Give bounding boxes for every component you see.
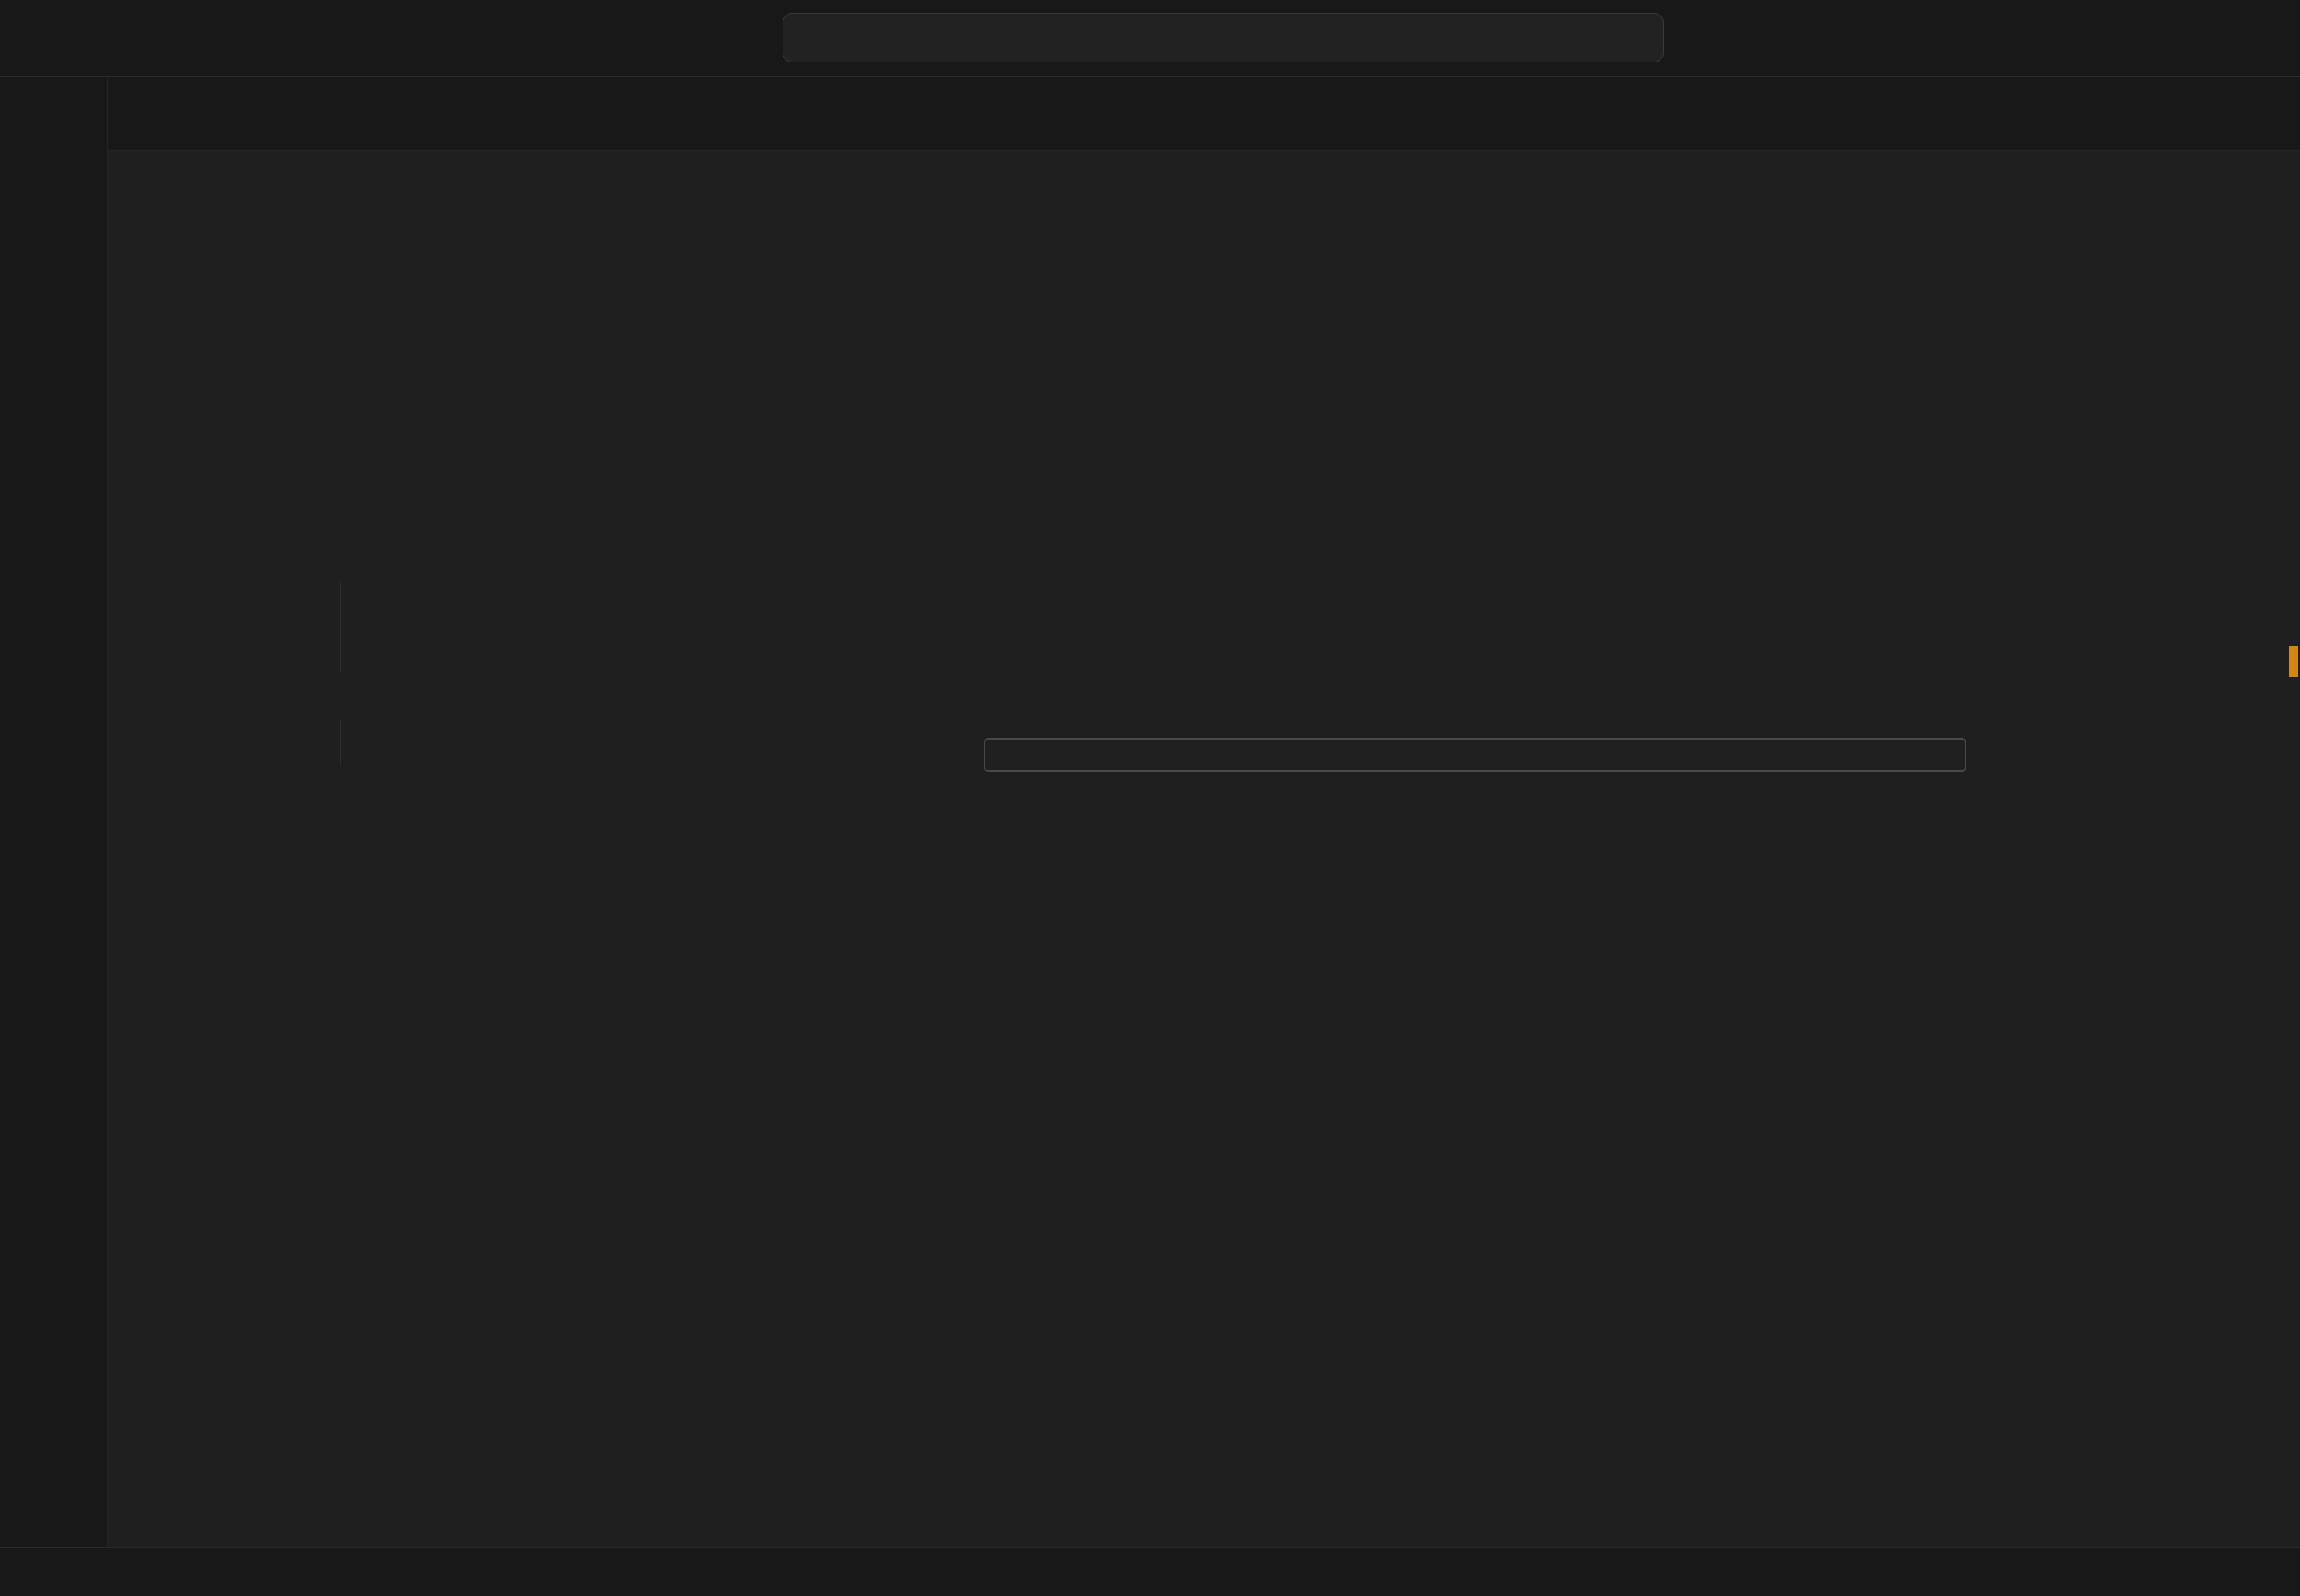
editor-actions [2274, 77, 2300, 150]
hover-tooltip [984, 738, 1966, 772]
workbench [0, 77, 2300, 1547]
zoom-window-button[interactable] [97, 29, 115, 48]
title-bar [0, 0, 2300, 77]
minimize-window-button[interactable] [65, 29, 83, 48]
command-center-search[interactable] [783, 13, 1664, 62]
activity-bar [0, 77, 108, 1547]
indent-guide [340, 581, 341, 673]
breadcrumb [108, 151, 2300, 200]
overview-ruler-marker [2289, 646, 2298, 677]
vscode-window [0, 0, 2300, 1596]
code-editor[interactable] [108, 200, 2300, 1547]
indent-guide [340, 720, 341, 766]
traffic-lights [0, 29, 115, 48]
close-window-button[interactable] [32, 29, 51, 48]
editor-group [108, 77, 2300, 1547]
status-bar [0, 1547, 2300, 1596]
tab-bar [108, 77, 2300, 151]
